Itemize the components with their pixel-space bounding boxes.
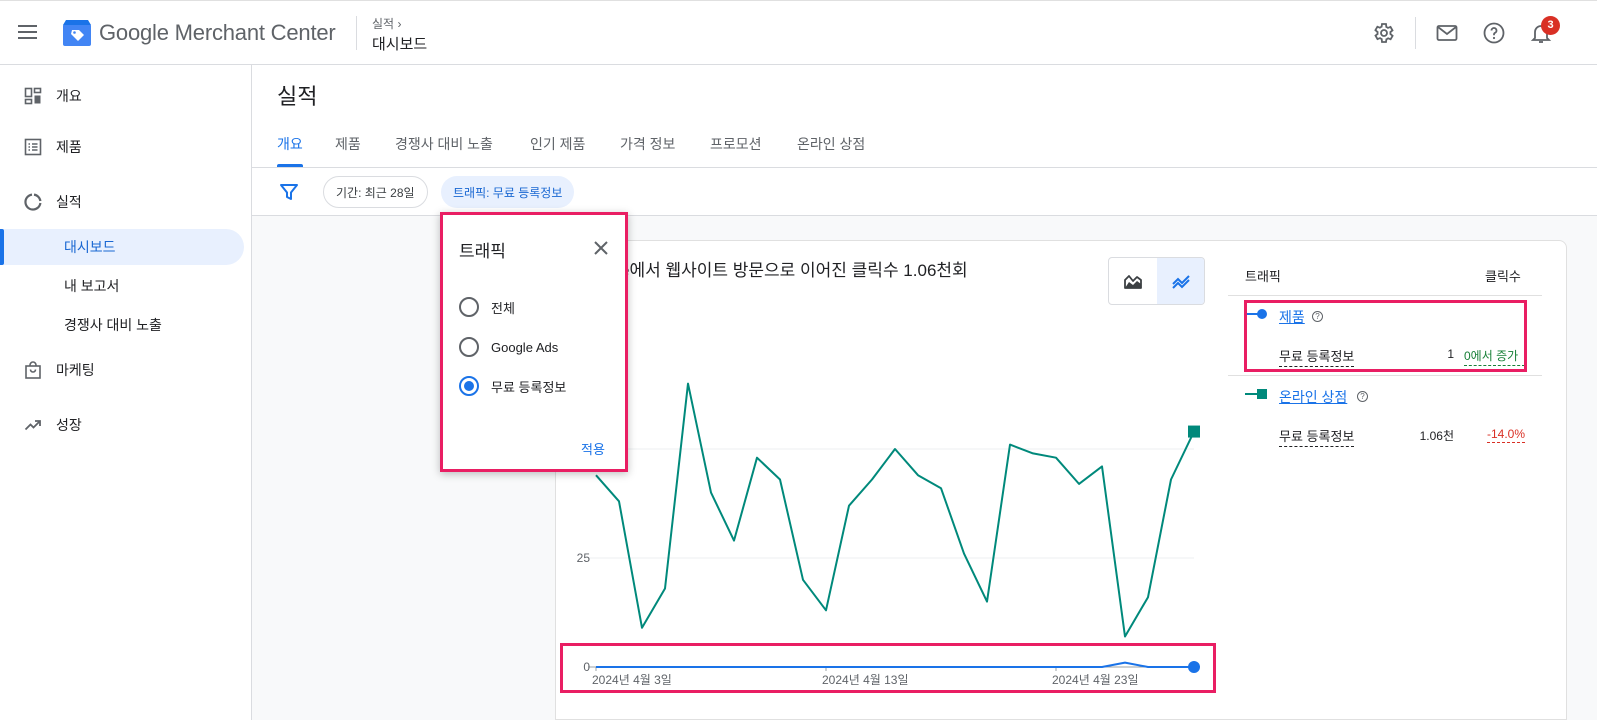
breadcrumb-parent[interactable]: 실적 ›: [372, 15, 401, 32]
radio-button-selected[interactable]: [459, 376, 479, 396]
series-end-marker: [1188, 425, 1200, 438]
shopping-bag-icon: [25, 361, 41, 379]
sidebar-item-growth[interactable]: 성장: [0, 407, 244, 443]
sidebar-item-dashboard[interactable]: 대시보드: [0, 229, 244, 265]
tab-competitive-visibility[interactable]: 경쟁사 대비 노출: [395, 134, 493, 154]
x-tick-label: 2024년 4월 3일: [592, 673, 672, 687]
page-title: 실적: [277, 84, 318, 109]
products-series-link[interactable]: 제품: [1279, 307, 1305, 327]
apply-button[interactable]: 적용: [581, 439, 605, 458]
sidebar-item-overview[interactable]: 개요: [0, 78, 244, 114]
series-line: [595, 382, 1195, 638]
filter-funnel-icon[interactable]: [279, 182, 299, 202]
x-tick-label: 2024년 4월 13일: [822, 673, 909, 687]
sidebar-item-products[interactable]: 제품: [0, 129, 244, 165]
products-clicks-change[interactable]: 0에서 증가: [1464, 347, 1525, 366]
list-icon: [24, 138, 42, 156]
line-chart-icon: [1172, 275, 1190, 289]
tab-bar: 개요 제품 경쟁사 대비 노출 인기 제품 가격 정보 프로모션 온라인 상점: [252, 120, 1597, 168]
period-filter-chip[interactable]: 기간: 최근 28일: [323, 176, 428, 208]
panel-header-divider: [1228, 295, 1542, 296]
series-line: [596, 661, 1194, 668]
traffic-filter-chip[interactable]: 트래픽: 무료 등록정보: [441, 176, 575, 208]
tab-overview[interactable]: 개요: [277, 134, 303, 154]
online-store-help-icon[interactable]: ?: [1357, 391, 1368, 402]
products-help-icon[interactable]: ?: [1312, 311, 1323, 322]
main-menu-button[interactable]: [18, 21, 44, 45]
tab-price-insights[interactable]: 가격 정보: [620, 134, 675, 154]
notification-count-badge: 3: [1541, 16, 1560, 35]
chart-type-toggle: [1108, 257, 1205, 305]
tab-online-store[interactable]: 온라인 상점: [797, 134, 865, 154]
traffic-column-header: 트래픽: [1245, 269, 1281, 284]
settings-gear-icon[interactable]: [1371, 21, 1395, 45]
sidebar: 개요 제품 실적 대시보드 내 보고서 경쟁사 대비 노출 마케팅 성장: [0, 65, 252, 720]
area-chart-icon: [1124, 275, 1142, 289]
tab-best-sellers[interactable]: 인기 제품: [530, 134, 585, 154]
tab-promotions[interactable]: 프로모션: [710, 134, 762, 154]
dashboard-icon: [24, 87, 42, 105]
traffic-option-google-ads[interactable]: Google Ads: [459, 336, 558, 358]
tab-products[interactable]: 제품: [335, 134, 361, 154]
sidebar-item-marketing[interactable]: 마케팅: [0, 352, 244, 388]
top-app-bar: Google Merchant Center 실적 › 대시보드 3: [0, 0, 1597, 65]
y-tick-label: 25: [577, 551, 591, 565]
products-clicks-value: 1: [1447, 347, 1454, 361]
sidebar-item-performance[interactable]: 실적: [0, 184, 244, 220]
clicks-column-header: 클릭수: [1485, 269, 1521, 284]
app-title: Google Merchant Center: [99, 20, 336, 45]
online-store-clicks-value: 1.06천: [1419, 429, 1454, 443]
radio-button[interactable]: [459, 297, 479, 317]
line-chart-button[interactable]: [1157, 258, 1204, 304]
performance-line-chart: 0 25 2024년 4월 3일 2024년 4월 13일 2024년 4월 23일: [577, 382, 1200, 687]
trending-up-icon: [24, 420, 41, 431]
chart-title: e에서 웹사이트 방문으로 이어진 클릭수 1.06천회: [620, 261, 968, 280]
products-free-listings-label[interactable]: 무료 등록정보: [1279, 346, 1355, 367]
donut-icon: [24, 193, 42, 211]
online-store-clicks-change[interactable]: -14.0%: [1487, 427, 1526, 443]
online-store-series-legend-icon: [1245, 389, 1267, 399]
title-divider: [356, 16, 357, 50]
active-tab-indicator: [277, 164, 303, 167]
help-icon[interactable]: [1482, 21, 1506, 45]
breadcrumb-current: 대시보드: [372, 36, 428, 53]
online-store-free-listings-label[interactable]: 무료 등록정보: [1279, 426, 1355, 447]
area-chart-button[interactable]: [1109, 258, 1157, 304]
popup-title: 트래픽: [459, 242, 506, 261]
chevron-right-icon: ›: [397, 17, 402, 31]
merchant-center-logo-icon: [63, 20, 91, 46]
traffic-option-all[interactable]: 전체: [459, 296, 515, 318]
sidebar-item-my-reports[interactable]: 내 보고서: [0, 268, 244, 304]
traffic-filter-popup: 트래픽 전체 Google Ads 무료 등록정보 적용: [440, 212, 628, 472]
header-divider: [1415, 17, 1416, 49]
series-end-marker: [1188, 661, 1200, 673]
y-tick-label: 0: [583, 660, 590, 674]
x-tick-label: 2024년 4월 23일: [1052, 673, 1139, 687]
sidebar-item-competitive-visibility[interactable]: 경쟁사 대비 노출: [0, 307, 244, 343]
traffic-option-free-listings[interactable]: 무료 등록정보: [459, 375, 566, 397]
online-store-series-link[interactable]: 온라인 상점: [1279, 387, 1347, 407]
products-series-legend-icon: [1245, 309, 1267, 319]
close-icon[interactable]: [592, 239, 610, 257]
filter-bar: 기간: 최근 28일 트래픽: 무료 등록정보: [252, 168, 1597, 216]
panel-row-divider: [1228, 375, 1542, 376]
radio-button[interactable]: [459, 337, 479, 357]
mail-icon[interactable]: [1435, 21, 1459, 45]
